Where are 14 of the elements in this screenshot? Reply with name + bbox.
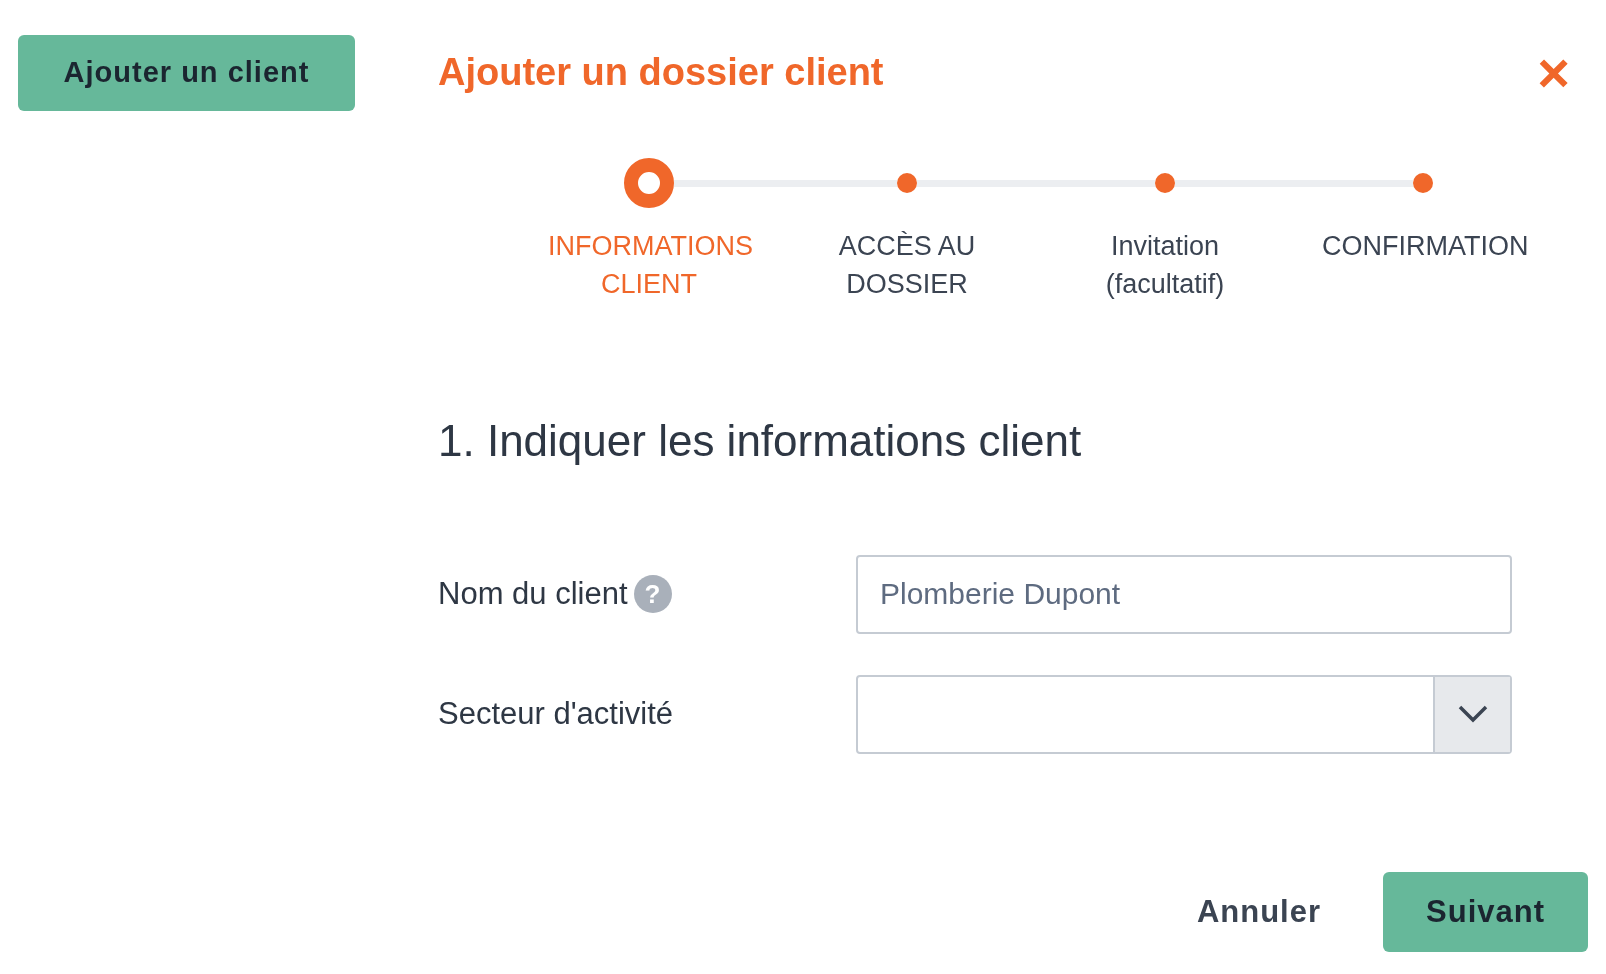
select-field[interactable]	[856, 674, 1512, 754]
chevron-down-icon	[1457, 705, 1488, 724]
section-heading: 1. Indiquer les informations client	[438, 415, 1083, 467]
step-label: CONFIRMATION	[1321, 230, 1530, 263]
step-label: ACCÈS AU DOSSIER	[837, 230, 977, 301]
step-label: Invitation (facultatif)	[1104, 230, 1226, 301]
next-button[interactable]: Suivant	[1383, 871, 1588, 952]
cancel-button[interactable]: Annuler	[1190, 887, 1327, 937]
dialog-title: Ajouter un dossier client	[438, 50, 884, 96]
field-label: Nom du client	[438, 575, 628, 614]
input-field[interactable]: Plomberie Dupont	[856, 554, 1512, 634]
field-label: Secteur d'activité	[438, 695, 674, 734]
step-label: INFORMATIONS CLIENT	[547, 230, 754, 301]
add-client-button[interactable]: Ajouter un client	[18, 35, 355, 111]
